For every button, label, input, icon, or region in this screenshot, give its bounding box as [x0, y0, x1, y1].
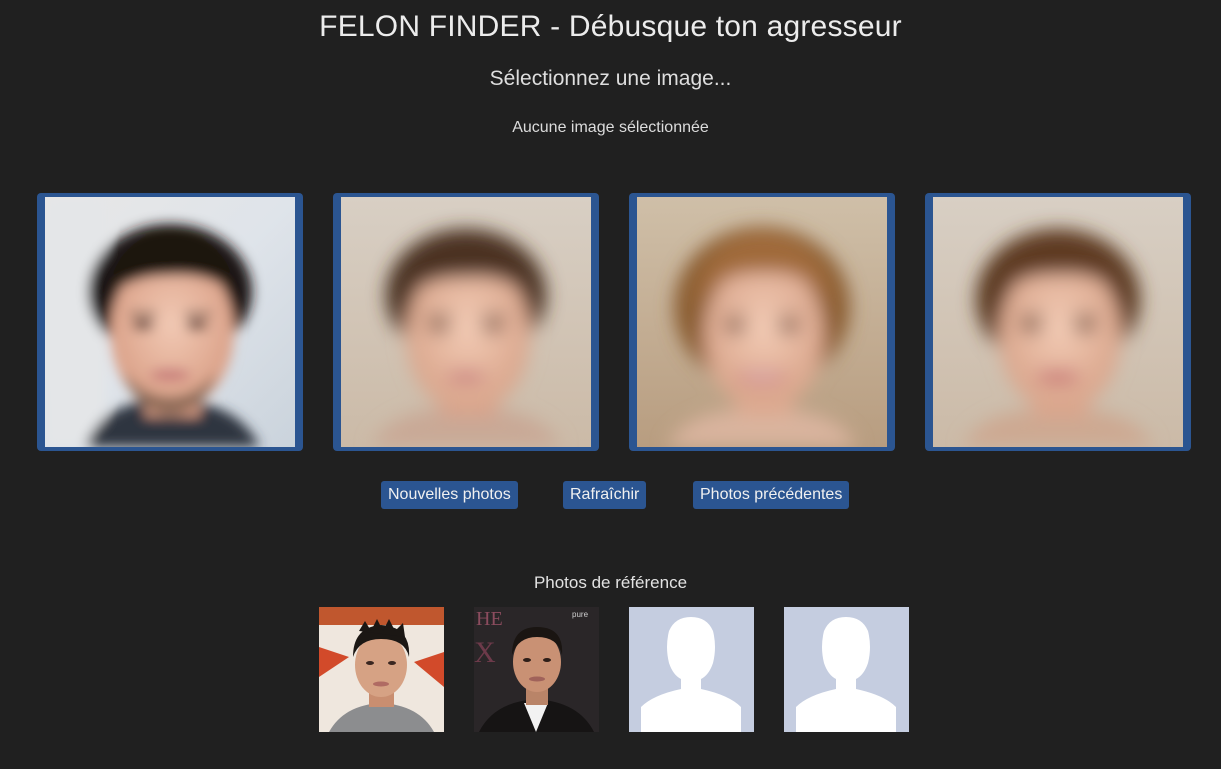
watermark-text: pure [572, 610, 589, 619]
reference-portrait-photo [319, 607, 444, 732]
svg-text:X: X [474, 636, 496, 669]
page-title: FELON FINDER - Débusque ton agresseur [319, 10, 902, 43]
reference-photo-1[interactable] [319, 607, 444, 732]
generated-face-man-photo [45, 197, 295, 447]
candidate-face-3[interactable] [629, 193, 895, 451]
svg-text:HE: HE [476, 608, 503, 630]
candidate-face-4[interactable] [925, 193, 1191, 451]
reference-photo-2[interactable]: HE X pure [474, 607, 599, 732]
previous-photos-button[interactable]: Photos précédentes [693, 481, 850, 509]
empty-avatar-placeholder-icon [784, 607, 909, 732]
felon-finder-page: FELON FINDER - Débusque ton agresseur Sé… [0, 0, 1221, 769]
reference-photos-row: HE X pure [319, 607, 909, 732]
candidate-faces-grid [37, 193, 1191, 451]
action-buttons: Nouvelles photos Rafraîchir Photos précé… [0, 481, 1221, 509]
empty-avatar-placeholder-icon [629, 607, 754, 732]
selection-status: Aucune image sélectionnée [512, 119, 709, 136]
generated-face-blend-photo [341, 197, 591, 447]
reference-photo-4[interactable] [784, 607, 909, 732]
reference-portrait-photo: HE X pure [474, 607, 599, 732]
refresh-button[interactable]: Rafraîchir [563, 481, 647, 509]
generated-face-blend-photo [933, 197, 1183, 447]
reference-photo-3[interactable] [629, 607, 754, 732]
reference-photos-title: Photos de référence [533, 573, 688, 592]
candidate-face-1[interactable] [37, 193, 303, 451]
generated-face-woman-photo [637, 197, 887, 447]
candidate-face-2[interactable] [333, 193, 599, 451]
new-photos-button[interactable]: Nouvelles photos [381, 481, 518, 509]
select-image-prompt[interactable]: Sélectionnez une image... [0, 67, 1221, 91]
